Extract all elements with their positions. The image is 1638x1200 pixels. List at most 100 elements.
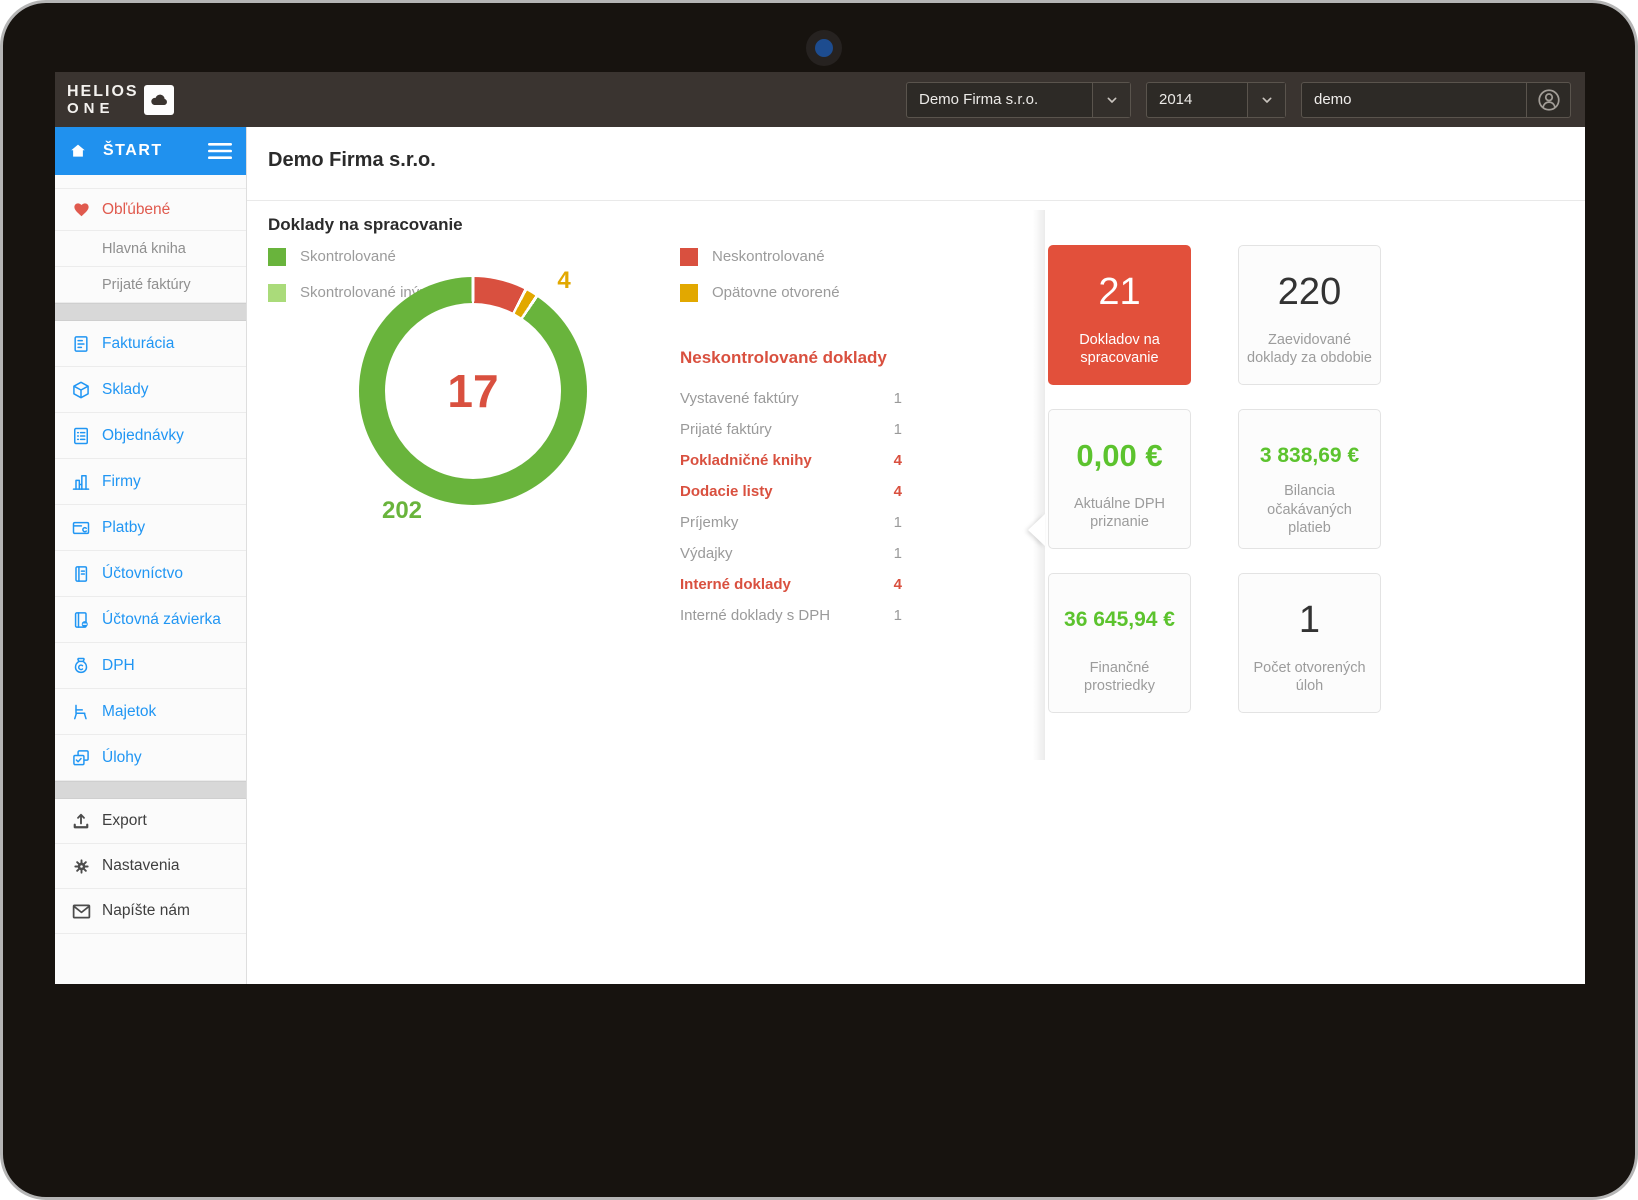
stat-card-otvorene-ulohy[interactable]: 1 Počet otvorených úloh xyxy=(1238,573,1381,713)
stat-label: Zaevidované doklady za obdobie xyxy=(1247,331,1372,368)
list-item-label: Prijaté faktúry xyxy=(680,421,772,438)
sidebar-item-dph[interactable]: DPH xyxy=(55,643,246,689)
list-item-count: 1 xyxy=(894,390,902,407)
company-select-value: Demo Firma s.r.o. xyxy=(907,83,1092,117)
list-item-count: 4 xyxy=(894,576,902,593)
sidebar-item-prijate-faktury[interactable]: Prijaté faktúry xyxy=(55,267,246,303)
sidebar-item-uctovna-zavierka[interactable]: Účtovná závierka xyxy=(55,597,246,643)
list-item-interne-doklady-s-dph[interactable]: Interné doklady s DPH 1 xyxy=(680,600,902,631)
asset-chair-icon xyxy=(70,702,92,722)
legend-swatch xyxy=(268,248,286,266)
legend-item-skontrolovane: Skontrolované xyxy=(268,247,680,266)
legend-swatch xyxy=(680,248,698,266)
list-item-dodacie-listy[interactable]: Dodacie listy 4 xyxy=(680,476,902,507)
sidebar-item-napiste-nam[interactable]: Napíšte nám xyxy=(55,889,246,934)
sidebar-item-objednavky[interactable]: Objednávky xyxy=(55,413,246,459)
stat-card-zaevidovane-doklady[interactable]: 220 Zaevidované doklady za obdobie xyxy=(1238,245,1381,385)
sidebar-item-label: Účtovná závierka xyxy=(102,611,221,629)
sidebar-item-start[interactable]: ŠTART xyxy=(55,127,246,175)
sidebar-item-sklady[interactable]: Sklady xyxy=(55,367,246,413)
stat-card-dokladov-na-spracovanie[interactable]: 21 Dokladov na spracovanie xyxy=(1048,245,1191,385)
page-header: Demo Firma s.r.o. xyxy=(247,127,1585,201)
list-item-prijate-faktury[interactable]: Prijaté faktúry 1 xyxy=(680,414,902,445)
legend-item-neskontrolovane: Neskontrolované xyxy=(680,247,840,266)
stats-card-grid: 21 Dokladov na spracovanie 220 Zaevidova… xyxy=(1048,245,1381,713)
list-item-vydajky[interactable]: Výdajky 1 xyxy=(680,538,902,569)
sidebar-item-firmy[interactable]: Firmy xyxy=(55,459,246,505)
main-content: Demo Firma s.r.o. Doklady na spracovanie… xyxy=(247,127,1585,984)
documents-donut-chart: 17 4 202 xyxy=(359,277,587,505)
cube-icon xyxy=(70,380,92,400)
sidebar-item-label: Majetok xyxy=(102,703,156,721)
legend-label: Opätovne otvorené xyxy=(712,284,840,301)
top-bar: HELIOS ONE Demo Firma s.r.o. 2014 xyxy=(55,72,1585,127)
order-list-icon xyxy=(70,426,92,446)
stat-card-bilancia-platieb[interactable]: 3 838,69 € Bilancia očakávaných platieb xyxy=(1238,409,1381,549)
uncontrolled-documents-list: Neskontrolované doklady Vystavené faktúr… xyxy=(680,348,902,631)
user-input[interactable] xyxy=(1302,83,1526,117)
donut-hole: 17 xyxy=(385,303,561,479)
list-item-interne-doklady[interactable]: Interné doklady 4 xyxy=(680,569,902,600)
sidebar-item-oblubene[interactable]: Obľúbené xyxy=(55,188,246,231)
invoice-document-icon xyxy=(70,334,92,354)
company-building-icon xyxy=(70,472,92,492)
list-item-count: 1 xyxy=(894,514,902,531)
sidebar: ŠTART Obľúbené Hlavná kniha Prijaté fakt… xyxy=(55,127,247,984)
list-item-prijemky[interactable]: Príjemky 1 xyxy=(680,507,902,538)
camera-lens xyxy=(815,39,833,57)
tasks-icon xyxy=(70,748,92,768)
sidebar-item-platby[interactable]: Platby xyxy=(55,505,246,551)
sidebar-item-uctovnictvo[interactable]: Účtovníctvo xyxy=(55,551,246,597)
sidebar-item-export[interactable]: Export xyxy=(55,799,246,844)
list-item-count: 1 xyxy=(894,421,902,438)
export-arrow-icon xyxy=(70,811,92,831)
list-item-vystavene-faktury[interactable]: Vystavené faktúry 1 xyxy=(680,383,902,414)
list-item-label: Pokladničné knihy xyxy=(680,452,812,469)
sidebar-item-label: Napíšte nám xyxy=(102,902,190,920)
sidebar-item-label: Nastavenia xyxy=(102,857,180,875)
donut-callout-reopened: 4 xyxy=(547,267,581,295)
app-screen: HELIOS ONE Demo Firma s.r.o. 2014 xyxy=(55,72,1585,984)
logo-line2: ONE xyxy=(67,101,139,116)
helios-one-logo[interactable]: HELIOS ONE xyxy=(67,84,174,116)
sidebar-item-label: Objednávky xyxy=(102,427,184,445)
cloud-icon xyxy=(144,85,174,115)
list-item-label: Príjemky xyxy=(680,514,738,531)
sidebar-item-label: Sklady xyxy=(102,381,149,399)
menu-hamburger-icon[interactable] xyxy=(208,142,232,160)
stat-value: 21 xyxy=(1098,266,1140,318)
sidebar-item-label: Úlohy xyxy=(102,749,142,767)
section-title: Doklady na spracovanie xyxy=(268,215,463,235)
stat-value: 1 xyxy=(1299,594,1320,646)
list-item-count: 1 xyxy=(894,607,902,624)
panel-divider xyxy=(1033,210,1045,760)
user-account-button[interactable] xyxy=(1526,83,1570,117)
sidebar-item-fakturacia[interactable]: Fakturácia xyxy=(55,321,246,367)
page-title: Demo Firma s.r.o. xyxy=(268,149,436,172)
company-select[interactable]: Demo Firma s.r.o. xyxy=(906,82,1131,118)
year-select-value: 2014 xyxy=(1147,83,1247,117)
ledger-book-icon xyxy=(70,564,92,584)
user-search-field xyxy=(1301,82,1571,118)
stat-value: 3 838,69 € xyxy=(1260,430,1359,482)
list-item-count: 4 xyxy=(894,483,902,500)
sidebar-item-nastavenia[interactable]: Nastavenia xyxy=(55,844,246,889)
stat-label: Počet otvorených úloh xyxy=(1247,659,1372,696)
sidebar-item-ulohy[interactable]: Úlohy xyxy=(55,735,246,781)
envelope-icon xyxy=(70,901,92,922)
stat-card-aktualne-dph[interactable]: 0,00 € Aktuálne DPH priznanie xyxy=(1048,409,1191,549)
list-item-label: Výdajky xyxy=(680,545,733,562)
list-item-pokladnicne-knihy[interactable]: Pokladničné knihy 4 xyxy=(680,445,902,476)
payment-card-icon xyxy=(70,518,92,538)
money-bag-icon xyxy=(70,656,92,676)
year-select[interactable]: 2014 xyxy=(1146,82,1286,118)
sidebar-item-label: Hlavná kniha xyxy=(102,241,186,257)
legend-item-opatovne-otvorene: Opätovne otvorené xyxy=(680,283,840,302)
sidebar-item-hlavna-kniha[interactable]: Hlavná kniha xyxy=(55,231,246,267)
stat-card-financne-prostriedky[interactable]: 36 645,94 € Finančné prostriedky xyxy=(1048,573,1191,713)
logo-wordmark: HELIOS ONE xyxy=(67,84,139,116)
chevron-down-icon xyxy=(1247,83,1285,117)
donut-callout-checked: 202 xyxy=(373,497,431,525)
sidebar-item-majetok[interactable]: Majetok xyxy=(55,689,246,735)
start-label: ŠTART xyxy=(103,142,163,160)
